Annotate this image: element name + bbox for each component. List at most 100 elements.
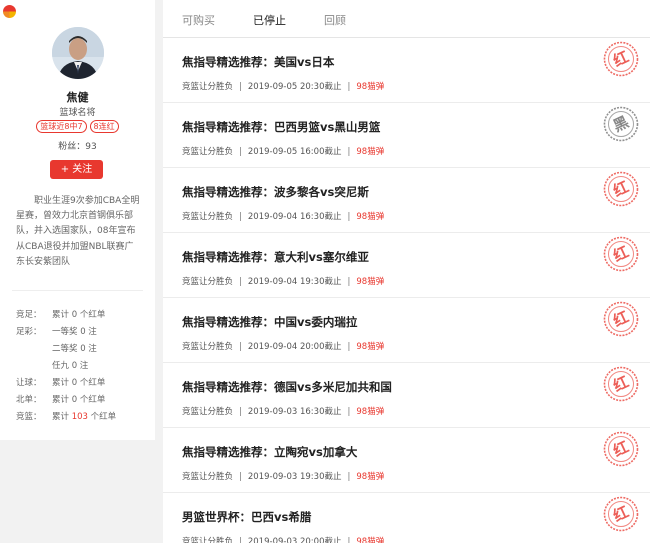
plan-price: 98猫弹 bbox=[356, 407, 385, 417]
plan-title[interactable]: 焦指导精选推荐：德国vs多米尼加共和国 bbox=[182, 379, 392, 395]
red-result-stamp-icon: 红 bbox=[603, 41, 639, 77]
separator: | bbox=[347, 82, 351, 92]
plan-price: 98猫弹 bbox=[356, 537, 385, 543]
plan-list-panel: 可购买 已停止 回顾 焦指导精选推荐：美国vs日本竞篮让分胜负 | 2019-09-… bbox=[163, 0, 650, 543]
list-item[interactable]: 焦指导精选推荐：巴西男篮vs黑山男篮竞篮让分胜负 | 2019-09-05 16:0… bbox=[163, 103, 650, 168]
expert-bio: 职业生涯9次参加CBA全明星赛，曾效力北京首钢俱乐部队，并入选国家队，08年宣布… bbox=[16, 196, 140, 267]
plan-price: 98猫弹 bbox=[356, 277, 385, 287]
list-item[interactable]: 男篮世界杯：巴西vs希腊 竞篮让分胜负 | 2019-09-03 20:00截止 | 98… bbox=[163, 493, 650, 543]
stat-value: 累计 0 个红单 bbox=[52, 395, 105, 405]
deadline-time: 2019-09-05 16:00截止 bbox=[247, 147, 342, 157]
separator: | bbox=[239, 342, 242, 352]
plan-meta: 竞篮让分胜负 | 2019-09-05 20:30截止 | 98猫弹 bbox=[182, 80, 384, 92]
plan-meta: 竞篮让分胜负 | 2019-09-03 16:30截止 | 98猫弹 bbox=[182, 405, 384, 417]
profile-card: 焦健 篮球名将 篮球近8中7 8连红 粉丝：93 + 关注 职业生涯9次参加CB… bbox=[0, 0, 155, 440]
stat-value-text: 累计 bbox=[52, 412, 72, 422]
play-type: 竞篮让分胜负 bbox=[182, 472, 234, 482]
stat-value-text: 累计 bbox=[52, 378, 72, 388]
deadline-time: 2019-09-03 19:30截止 bbox=[247, 472, 342, 482]
separator: | bbox=[347, 537, 351, 543]
stat-value: 二等奖 0 注 bbox=[52, 344, 97, 354]
svg-text:红: 红 bbox=[610, 373, 631, 396]
list-item[interactable]: 焦指导精选推荐：中国vs委内瑞拉 竞篮让分胜负 | 2019-09-04 20:00截… bbox=[163, 298, 650, 363]
plan-meta: 竞篮让分胜负 | 2019-09-05 16:00截止 | 98猫弹 bbox=[182, 145, 384, 157]
plan-title[interactable]: 焦指导精选推荐：波多黎各vs突尼斯 bbox=[182, 184, 369, 200]
svg-text:红: 红 bbox=[610, 503, 631, 526]
svg-text:红: 红 bbox=[610, 438, 631, 461]
follow-button[interactable]: + 关注 bbox=[50, 160, 103, 179]
plan-meta: 竞篮让分胜负 | 2019-09-04 16:30截止 | 98猫弹 bbox=[182, 210, 384, 222]
separator: | bbox=[239, 472, 242, 482]
svg-text:红: 红 bbox=[610, 308, 631, 331]
list-item[interactable]: 焦指导精选推荐：波多黎各vs突尼斯竞篮让分胜负 | 2019-09-04 16:30… bbox=[163, 168, 650, 233]
black-result-stamp-icon: 黑 bbox=[603, 106, 639, 142]
tab-review[interactable]: 回顾 bbox=[324, 12, 346, 28]
deadline-time: 2019-09-04 16:30截止 bbox=[247, 212, 342, 222]
stat-value-text: 二等奖 0 注 bbox=[52, 344, 97, 354]
plan-price: 98猫弹 bbox=[356, 342, 385, 352]
stat-label: 足彩： bbox=[16, 327, 42, 337]
svg-text:黑: 黑 bbox=[610, 113, 631, 136]
stat-value-text: 一等奖 0 注 bbox=[52, 327, 97, 337]
separator: | bbox=[239, 147, 242, 157]
avatar[interactable] bbox=[52, 27, 104, 79]
plan-title[interactable]: 焦指导精选推荐：美国vs日本 bbox=[182, 54, 334, 70]
stat-value-text: 任九 0 注 bbox=[52, 361, 89, 371]
separator: | bbox=[239, 212, 242, 222]
separator: | bbox=[347, 472, 351, 482]
stat-value: 累计 0 个红单 bbox=[52, 378, 105, 388]
separator: | bbox=[239, 82, 242, 92]
stat-value: 累计 0 个红单 bbox=[52, 310, 105, 320]
stat-value: 一等奖 0 注 bbox=[52, 327, 97, 337]
stat-value-text: 累计 bbox=[52, 310, 72, 320]
stat-value-suffix: 个红单 bbox=[87, 412, 117, 422]
deadline-time: 2019-09-05 20:30截止 bbox=[247, 82, 342, 92]
red-result-stamp-icon: 红 bbox=[603, 236, 639, 272]
play-type: 竞篮让分胜负 bbox=[182, 147, 234, 157]
plan-title[interactable]: 焦指导精选推荐：中国vs委内瑞拉 bbox=[182, 314, 357, 330]
divider bbox=[12, 290, 143, 291]
play-type: 竞篮让分胜负 bbox=[182, 277, 234, 287]
separator: | bbox=[347, 407, 351, 417]
stat-value-suffix: 个红单 bbox=[77, 310, 106, 320]
plan-meta: 竞篮让分胜负 | 2019-09-03 19:30截止 | 98猫弹 bbox=[182, 470, 384, 482]
separator: | bbox=[347, 147, 351, 157]
fans-count: 粉丝：93 bbox=[58, 142, 97, 152]
stat-value: 任九 0 注 bbox=[52, 361, 88, 371]
plan-title[interactable]: 焦指导精选推荐：意大利vs塞尔维亚 bbox=[182, 249, 369, 265]
plan-price: 98猫弹 bbox=[356, 147, 385, 157]
stat-label: 竞篮： bbox=[16, 412, 42, 422]
expert-name: 焦健 bbox=[66, 91, 89, 104]
plan-meta: 竞篮让分胜负 | 2019-09-04 20:00截止 | 98猫弹 bbox=[182, 340, 384, 352]
stat-value-suffix: 个红单 bbox=[77, 395, 106, 405]
tab-available[interactable]: 可购买 bbox=[182, 12, 215, 28]
tab-stopped[interactable]: 已停止 bbox=[253, 12, 286, 28]
list-item[interactable]: 焦指导精选推荐：意大利vs塞尔维亚 竞篮让分胜负 | 2019-09-04 19:30… bbox=[163, 233, 650, 298]
red-result-stamp-icon: 红 bbox=[603, 496, 639, 532]
plan-price: 98猫弹 bbox=[356, 472, 385, 482]
stat-label: 竞足： bbox=[16, 310, 42, 320]
separator: | bbox=[347, 212, 351, 222]
separator: | bbox=[239, 407, 242, 417]
separator: | bbox=[239, 277, 242, 287]
separator: | bbox=[347, 277, 351, 287]
stat-value-text: 累计 bbox=[52, 395, 72, 405]
red-result-stamp-icon: 红 bbox=[603, 301, 639, 337]
plan-meta: 竞篮让分胜负 | 2019-09-04 19:30截止 | 98猫弹 bbox=[182, 275, 384, 287]
separator: | bbox=[347, 342, 351, 352]
list-item[interactable]: 焦指导精选推荐：美国vs日本 竞篮让分胜负 | 2019-09-05 20:30截止 |… bbox=[163, 38, 650, 103]
plan-price: 98猫弹 bbox=[356, 82, 385, 92]
svg-text:红: 红 bbox=[610, 48, 631, 71]
expert-role: 篮球名将 bbox=[59, 108, 96, 118]
plan-title[interactable]: 焦指导精选推荐：巴西男篮vs黑山男篮 bbox=[182, 119, 380, 135]
list-item[interactable]: 焦指导精选推荐：德国vs多米尼加共和国 竞篮让分胜负 | 2019-09-03 16:… bbox=[163, 363, 650, 428]
plan-price: 98猫弹 bbox=[356, 212, 385, 222]
deadline-time: 2019-09-04 20:00截止 bbox=[247, 342, 342, 352]
list-item[interactable]: 焦指导精选推荐：立陶宛vs加拿大竞篮让分胜负 | 2019-09-03 19:30截… bbox=[163, 428, 650, 493]
record-badge: 篮球近8中7 bbox=[36, 120, 87, 133]
svg-text:红: 红 bbox=[610, 243, 631, 266]
plan-title[interactable]: 焦指导精选推荐：立陶宛vs加拿大 bbox=[182, 444, 357, 460]
plan-title[interactable]: 男篮世界杯：巴西vs希腊 bbox=[182, 509, 311, 525]
plan-meta: 竞篮让分胜负 | 2019-09-03 20:00截止 | 98猫弹 bbox=[182, 535, 384, 543]
play-type: 竞篮让分胜负 bbox=[182, 212, 234, 222]
